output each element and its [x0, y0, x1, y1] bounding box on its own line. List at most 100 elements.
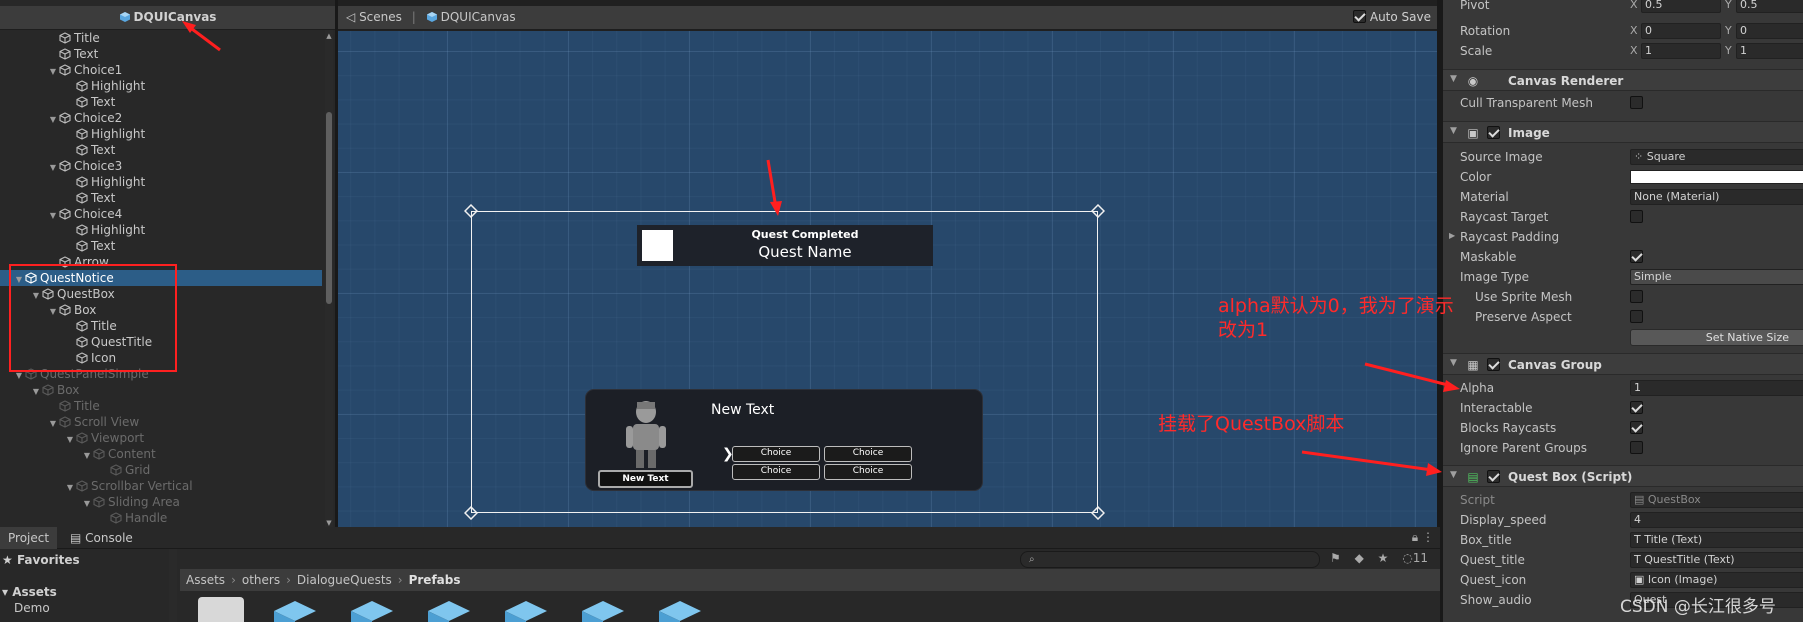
rect-handle-top-left[interactable] [464, 204, 478, 218]
scale-x-field[interactable]: 1 [1641, 43, 1721, 59]
asset-tile[interactable] [198, 597, 244, 622]
canvas-group-enabled-checkbox[interactable] [1487, 358, 1500, 371]
canvas-crumb[interactable]: DQUICanvas [441, 10, 516, 24]
quest-notice-box[interactable]: Quest Completed Quest Name [637, 225, 933, 266]
fold-icon[interactable]: ▼ [1450, 74, 1457, 84]
choice-button-4[interactable]: Choice [824, 464, 912, 480]
fold-right-icon[interactable]: ▶ [1449, 231, 1455, 240]
alpha-field[interactable]: 1 [1630, 380, 1803, 396]
hierarchy-item[interactable]: ▼ Viewport [0, 430, 322, 446]
hierarchy-item[interactable]: ▼ Scroll View [0, 414, 322, 430]
image-type-dropdown[interactable]: Simple [1630, 269, 1803, 285]
hierarchy-item[interactable]: Text [0, 238, 322, 254]
filter-icon[interactable]: ⚑ [1330, 551, 1341, 565]
path-assets[interactable]: Assets [186, 573, 225, 587]
favorites-row[interactable]: ★ Favorites [2, 553, 80, 567]
folder-tree-scrollbar[interactable] [169, 549, 177, 622]
favorite-icon[interactable]: ★ [1378, 551, 1389, 565]
project-search-input[interactable]: ⌕ [1020, 551, 1320, 568]
canvas-renderer-header[interactable]: ▼ ◉ Canvas Renderer [1443, 69, 1803, 91]
scroll-down-icon[interactable]: ▼ [325, 519, 333, 527]
hierarchy-item[interactable]: Text [0, 46, 322, 62]
color-swatch[interactable] [1630, 170, 1803, 184]
fold-icon[interactable]: ▼ [1450, 358, 1457, 368]
image-enabled-checkbox[interactable] [1487, 126, 1500, 139]
hierarchy-item[interactable]: Handle [0, 510, 322, 526]
rect-handle-bottom-right[interactable] [1091, 506, 1105, 520]
fold-icon[interactable]: ▼ [1450, 470, 1457, 480]
hierarchy-title[interactable]: DQUICanvas [0, 10, 335, 24]
hierarchy-item[interactable]: ▼ Box [0, 382, 322, 398]
scale-y-field[interactable]: 1 [1736, 43, 1803, 59]
raycast-padding-row[interactable]: ▶ Raycast Padding [1443, 227, 1803, 247]
choice-button-1[interactable]: Choice [732, 446, 820, 462]
box-title-field[interactable]: T Title (Text) [1630, 532, 1803, 548]
hierarchy-item[interactable]: Title [0, 398, 322, 414]
scene-viewport[interactable]: Quest Completed Quest Name New Text New … [338, 31, 1437, 527]
quest-title-field[interactable]: T QuestTitle (Text) [1630, 552, 1803, 568]
hierarchy-item[interactable]: Highlight [0, 126, 322, 142]
hierarchy-item[interactable]: Grid [0, 462, 322, 478]
blocks-raycasts-checkbox[interactable] [1630, 421, 1643, 434]
scroll-up-icon[interactable]: ▲ [325, 32, 333, 40]
auto-save-toggle[interactable]: Auto Save [1353, 10, 1431, 24]
lock-icon[interactable]: 🔒︎ ⋮ [1412, 530, 1434, 545]
hierarchy-item[interactable]: ▼ Choice1 [0, 62, 322, 78]
hierarchy-item[interactable]: ▼ Choice4 [0, 206, 322, 222]
raycast-target-checkbox[interactable] [1630, 210, 1643, 223]
hierarchy-item[interactable]: ▼ Choice3 [0, 158, 322, 174]
path-prefabs[interactable]: Prefabs [409, 573, 461, 587]
path-dialogue-quests[interactable]: DialogueQuests [297, 573, 392, 587]
prefab-cube-icon[interactable] [272, 597, 318, 622]
hierarchy-scroll-thumb[interactable] [326, 112, 332, 304]
hierarchy-item[interactable]: Text [0, 142, 322, 158]
prefab-cube-icon[interactable] [657, 597, 703, 622]
choice-button-2[interactable]: Choice [824, 446, 912, 462]
canvas-group-header[interactable]: ▼ ▦ Canvas Group [1443, 353, 1803, 375]
rotation-x-field[interactable]: 0 [1641, 23, 1721, 39]
tab-console[interactable]: ▤ Console [62, 527, 141, 549]
fold-icon[interactable]: ▼ [1450, 126, 1457, 136]
prefab-cube-icon[interactable] [503, 597, 549, 622]
use-sprite-mesh-checkbox[interactable] [1630, 290, 1643, 303]
tab-project[interactable]: Project [0, 527, 58, 549]
quest-box-script-header[interactable]: ▼ ▤ Quest Box (Script) [1443, 465, 1803, 487]
source-image-field[interactable]: ⁘ Square [1630, 149, 1803, 165]
image-header[interactable]: ▼ ▣ Image [1443, 121, 1803, 143]
quest-icon-field[interactable]: ▣ Icon (Image) [1630, 572, 1803, 588]
pivot-x-field[interactable]: 0.5 [1641, 0, 1721, 13]
rect-handle-top-right[interactable] [1091, 204, 1105, 218]
speaker-name-button[interactable]: New Text [598, 470, 693, 488]
pivot-y-field[interactable]: 0.5 [1736, 0, 1803, 13]
hierarchy-item[interactable]: Text [0, 94, 322, 110]
hierarchy-scrollbar[interactable]: ▲ ▼ [325, 30, 333, 527]
hierarchy-item[interactable]: ▼ Choice2 [0, 110, 322, 126]
path-others[interactable]: others [242, 573, 280, 587]
interactable-checkbox[interactable] [1630, 401, 1643, 414]
auto-save-checkbox[interactable] [1353, 10, 1367, 23]
display-speed-field[interactable]: 4 [1630, 512, 1803, 528]
hidden-count-icon[interactable]: ◌11 [1402, 551, 1428, 565]
hierarchy-item[interactable]: ▼ Sliding Area [0, 494, 322, 510]
ignore-parent-groups-checkbox[interactable] [1630, 441, 1643, 454]
prefab-cube-icon[interactable] [349, 597, 395, 622]
hierarchy-item[interactable]: ▼ Content [0, 446, 322, 462]
set-native-size-button[interactable]: Set Native Size [1630, 329, 1803, 346]
hierarchy-item[interactable]: Title [0, 30, 322, 46]
preserve-aspect-checkbox[interactable] [1630, 310, 1643, 323]
hierarchy-item[interactable]: Highlight [0, 222, 322, 238]
hierarchy-item[interactable]: Text [0, 190, 322, 206]
quest-box-enabled-checkbox[interactable] [1487, 470, 1500, 483]
back-icon[interactable]: ◁ [346, 10, 355, 24]
prefab-cube-icon[interactable] [426, 597, 472, 622]
scenes-crumb[interactable]: Scenes [359, 10, 402, 24]
demo-row[interactable]: Demo [14, 601, 50, 615]
choice-button-3[interactable]: Choice [732, 464, 820, 480]
dialogue-panel[interactable]: New Text New Text ❯ Choice Choice Choice… [585, 389, 983, 491]
hierarchy-item[interactable]: Highlight [0, 174, 322, 190]
cull-checkbox[interactable] [1630, 96, 1643, 109]
hierarchy-item[interactable]: Highlight [0, 78, 322, 94]
rotation-y-field[interactable]: 0 [1736, 23, 1803, 39]
rect-handle-bottom-left[interactable] [464, 506, 478, 520]
prefab-cube-icon[interactable] [580, 597, 626, 622]
